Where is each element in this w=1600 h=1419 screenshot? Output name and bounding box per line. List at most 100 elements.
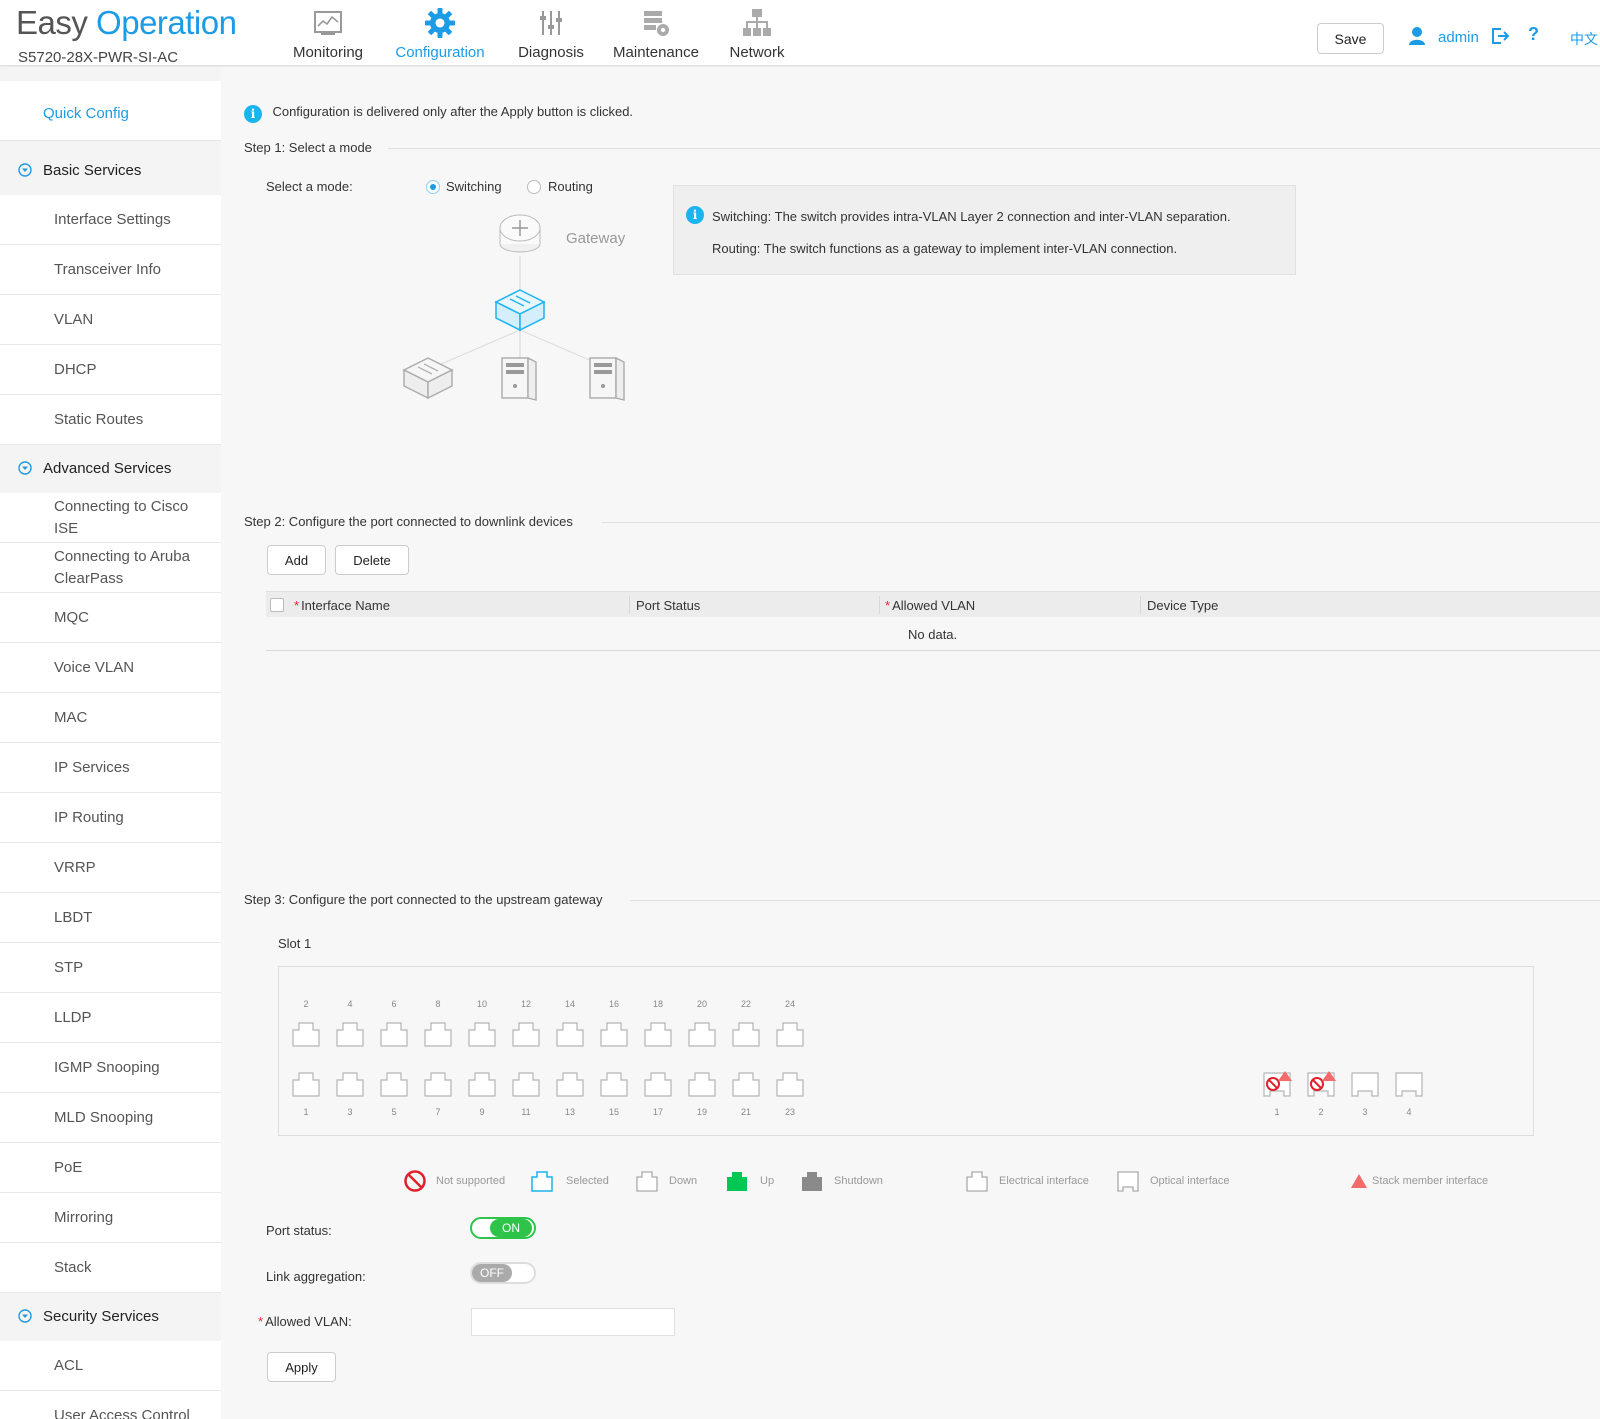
sidebar-item-poe[interactable]: PoE [0,1143,221,1193]
select-all-checkbox[interactable] [270,598,284,612]
port-21[interactable] [731,1071,761,1097]
port-number: 8 [435,999,441,1009]
port-5[interactable] [379,1071,409,1097]
sidebar-item-aruba-clearpass[interactable]: Connecting to Aruba ClearPass [0,543,221,593]
electrical-port-icon [688,1072,716,1097]
nav-diagnosis[interactable]: Diagnosis [508,0,594,64]
nav-monitoring[interactable]: Monitoring [288,0,368,64]
port-13[interactable] [555,1071,585,1097]
sidebar-item-voice-vlan[interactable]: Voice VLAN [0,643,221,693]
port-number: 22 [740,999,751,1009]
col-allowed-vlan[interactable]: * Allowed VLAN [885,598,975,613]
language-switch[interactable]: 中文 [1570,29,1598,49]
sidebar-item-stp[interactable]: STP [0,943,221,993]
sidebar-item-interface-settings[interactable]: Interface Settings [0,195,221,245]
sidebar-item-stack[interactable]: Stack [0,1243,221,1293]
sidebar-item-static-routes[interactable]: Static Routes [0,395,221,445]
port-17[interactable] [643,1071,673,1097]
apply-button[interactable]: Apply [267,1352,336,1382]
network-topology-icon [743,9,771,36]
port-1[interactable] [291,1071,321,1097]
sidebar-item-mqc[interactable]: MQC [0,593,221,643]
delete-button[interactable]: Delete [335,545,409,575]
sidebar-item-user-access-control[interactable]: User Access Control [0,1391,221,1419]
port-4[interactable] [1394,1071,1424,1097]
electrical-interface-icon [966,1171,988,1192]
mode-radio-switching[interactable] [426,180,440,194]
logout-icon[interactable] [1490,26,1510,46]
save-button[interactable]: Save [1317,23,1384,54]
col-interface-name[interactable]: * Interface Name [294,598,390,613]
port-20[interactable] [687,1021,717,1047]
port-12[interactable] [511,1021,541,1047]
sidebar-item-mirroring[interactable]: Mirroring [0,1193,221,1243]
sidebar-item-cisco-ise[interactable]: Connecting to Cisco ISE [0,493,221,543]
port-number: 23 [784,1107,795,1117]
help-icon[interactable]: ? [1528,24,1539,45]
sidebar-item-transceiver-info[interactable]: Transceiver Info [0,245,221,295]
port-16[interactable] [599,1021,629,1047]
sidebar-item-ip-routing[interactable]: IP Routing [0,793,221,843]
sidebar-group-security-services[interactable]: Security Services [0,1293,221,1341]
port-number: 13 [564,1107,575,1117]
sidebar-item-vrrp[interactable]: VRRP [0,843,221,893]
electrical-port-icon [336,1072,364,1097]
sidebar-item-mac[interactable]: MAC [0,693,221,743]
port-8[interactable] [423,1021,453,1047]
allowed-vlan-input[interactable] [471,1308,675,1336]
mode-radio-routing[interactable] [527,180,541,194]
router-icon [499,214,541,253]
port-10[interactable] [467,1021,497,1047]
add-button[interactable]: Add [267,545,326,575]
sidebar-item-lldp[interactable]: LLDP [0,993,221,1043]
link-aggregation-toggle[interactable]: OFF [470,1262,536,1284]
port-up-icon [727,1172,747,1191]
sidebar-item-mld-snooping[interactable]: MLD Snooping [0,1093,221,1143]
port-number: 14 [564,999,575,1009]
port-7[interactable] [423,1071,453,1097]
port-23[interactable] [775,1071,805,1097]
divider [602,522,1600,523]
sidebar-item-igmp-snooping[interactable]: IGMP Snooping [0,1043,221,1093]
mode-option-switching[interactable]: Switching [446,179,502,194]
nav-network[interactable]: Network [720,0,794,64]
port-9[interactable] [467,1071,497,1097]
port-4[interactable] [335,1021,365,1047]
sidebar-item-ip-services[interactable]: IP Services [0,743,221,793]
port-15[interactable] [599,1071,629,1097]
sidebar-quick-config[interactable]: Quick Config [0,81,221,141]
col-port-status[interactable]: Port Status [636,598,700,613]
nav-configuration[interactable]: Configuration [388,0,492,64]
port-3[interactable] [1350,1071,1380,1097]
port-19[interactable] [687,1071,717,1097]
sidebar-item-acl[interactable]: ACL [0,1341,221,1391]
info-icon: i [244,105,262,123]
port-24[interactable] [775,1021,805,1047]
sidebar-group-basic-services[interactable]: Basic Services [0,147,221,195]
port-2[interactable] [291,1021,321,1047]
mode-option-routing[interactable]: Routing [548,179,593,194]
port-6[interactable] [379,1021,409,1047]
port-number: 24 [784,999,795,1009]
port-3[interactable] [335,1071,365,1097]
port-status-toggle[interactable]: ON [470,1217,536,1239]
port-number: 15 [608,1107,619,1117]
port-18[interactable] [643,1021,673,1047]
port-22[interactable] [731,1021,761,1047]
collapse-icon [18,461,32,475]
optical-port-icon [1307,1071,1336,1097]
nav-maintenance[interactable]: Maintenance [606,0,706,64]
port-14[interactable] [555,1021,585,1047]
port-number: 2 [303,999,309,1009]
sidebar-item-dhcp[interactable]: DHCP [0,345,221,395]
sidebar-group-advanced-services[interactable]: Advanced Services [0,445,221,493]
sidebar-item-lbdt[interactable]: LBDT [0,893,221,943]
port-1[interactable] [1262,1071,1292,1097]
username-link[interactable]: admin [1438,29,1479,46]
sidebar-item-vlan[interactable]: VLAN [0,295,221,345]
col-device-type[interactable]: Device Type [1147,598,1218,613]
port-11[interactable] [511,1071,541,1097]
port-2[interactable] [1306,1071,1336,1097]
port-selected-icon [531,1171,553,1192]
port-number: 16 [608,999,619,1009]
